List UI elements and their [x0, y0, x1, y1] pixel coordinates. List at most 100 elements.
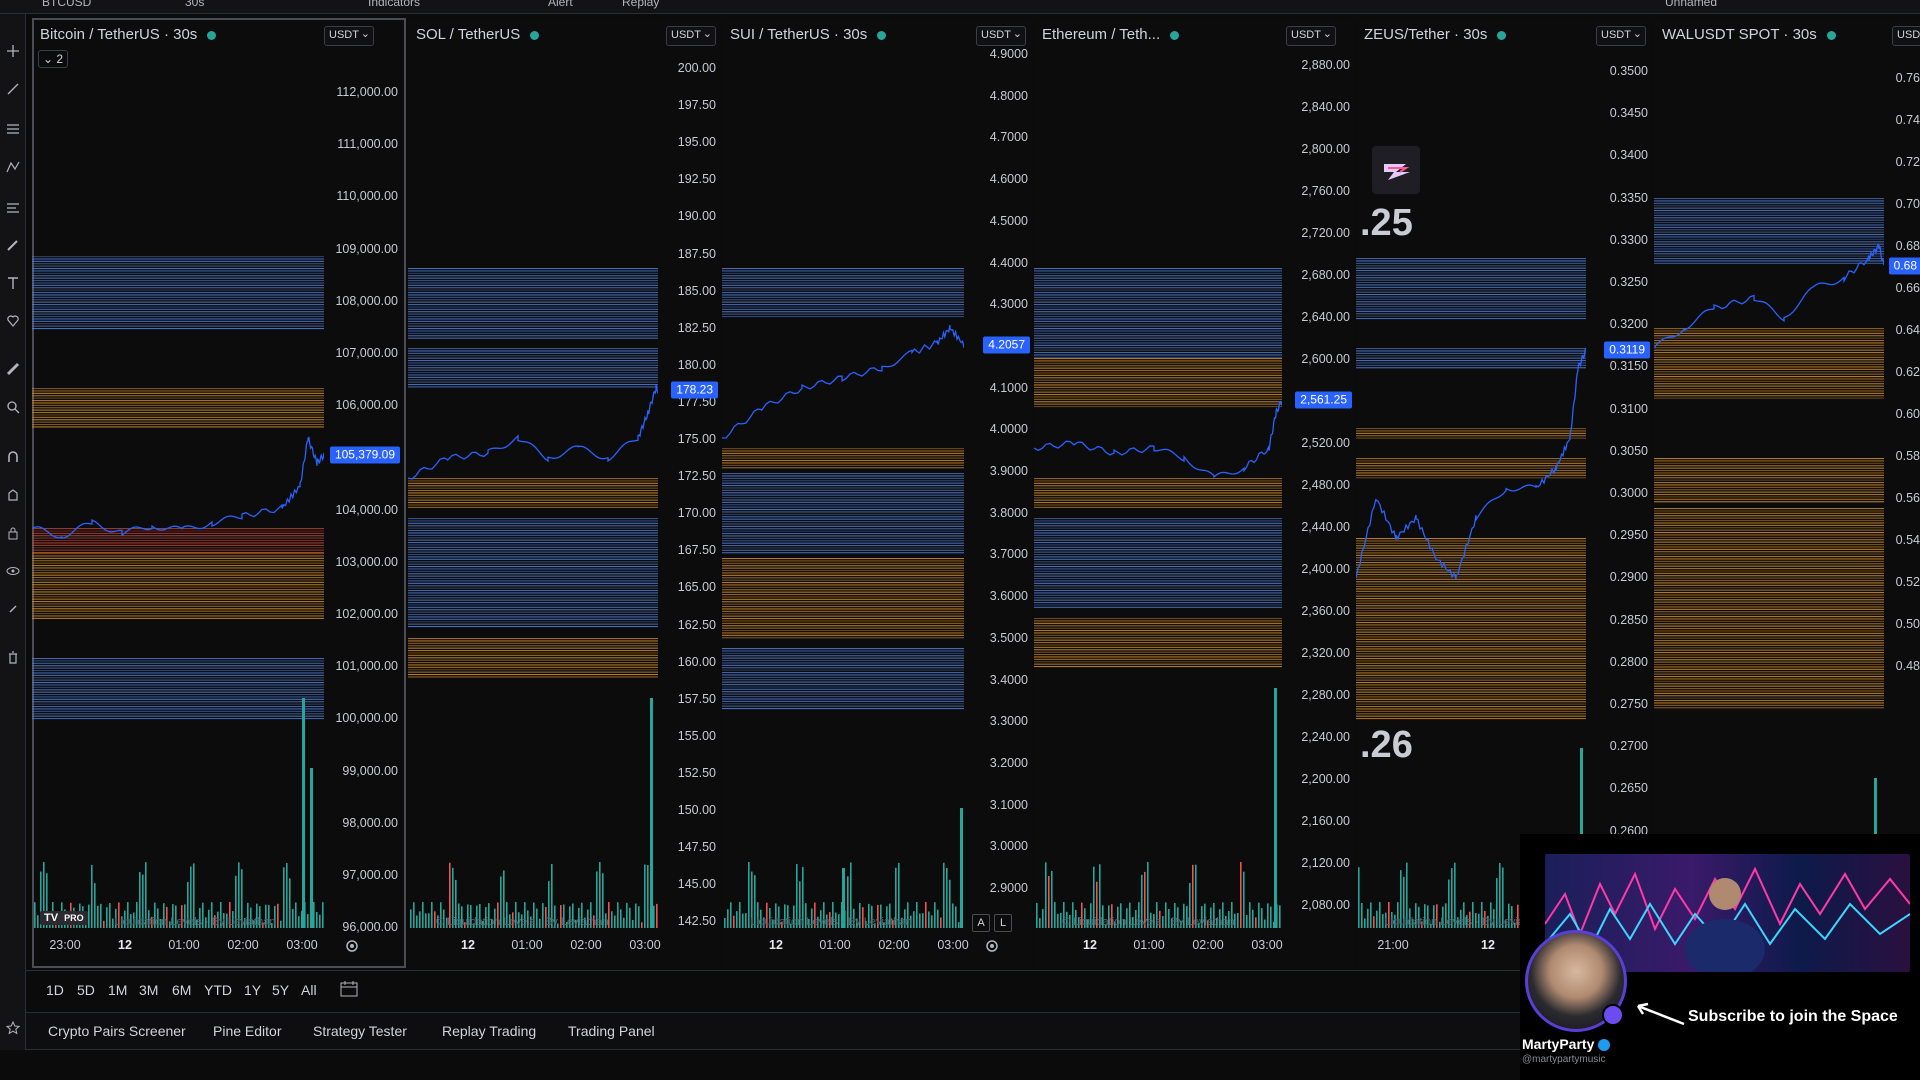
lock-icon[interactable] — [0, 522, 26, 544]
panel-title[interactable]: Ethereum / Teth... — [1042, 26, 1180, 43]
panel-title[interactable]: WALUSDT SPOT · 30s — [1662, 26, 1836, 43]
panel-title[interactable]: ZEUS/Tether · 30s — [1364, 26, 1507, 43]
tab-crypto-pairs-screener[interactable]: Crypto Pairs Screener — [48, 1023, 186, 1039]
tab-replay-trading[interactable]: Replay Trading — [442, 1023, 536, 1039]
layout-name[interactable]: Unnamed — [1665, 0, 1717, 9]
liquidation-level-line — [408, 616, 658, 618]
chart-panel-sol[interactable]: SOL / TetherUS USDT 200.00197.50195.0019… — [408, 18, 720, 968]
liquidation-level-line — [1356, 260, 1586, 262]
panel-title[interactable]: SOL / TetherUS — [416, 26, 540, 43]
range-6m[interactable]: 6M — [172, 982, 191, 998]
time-axis[interactable]: 12 01:00 02:00 03:00 — [408, 938, 661, 958]
liquidation-level-line — [408, 669, 658, 671]
price-axis[interactable]: 200.00 197.50 195.00 192.50 190.00 187.50 185.… — [658, 18, 720, 968]
range-1m[interactable]: 1M — [108, 982, 127, 998]
panel-title[interactable]: SUI / TetherUS · 30s — [730, 26, 887, 43]
price-tick-label: 4.4000 — [989, 255, 1028, 270]
panel-title[interactable]: Bitcoin / TetherUS · 30s — [40, 26, 217, 43]
chart-panel-eth[interactable]: Ethereum / Teth... USDT 2,880.002,840.00… — [1034, 18, 1354, 968]
tab-pine-editor[interactable]: Pine Editor — [213, 1023, 281, 1039]
trash-icon[interactable] — [0, 646, 26, 668]
price-axis[interactable]: 0.3500 0.3450 0.3400 0.3350 0.3300 0.3250 0.32… — [1586, 18, 1652, 968]
liquidation-level-line — [408, 604, 658, 606]
text-icon[interactable] — [0, 272, 26, 294]
tab-strategy-tester[interactable]: Strategy Tester — [313, 1023, 407, 1039]
range-3m[interactable]: 3M — [139, 982, 158, 998]
liquidation-level-line — [32, 549, 324, 551]
liquidation-level-line — [1654, 390, 1884, 392]
chart-panel-wal[interactable]: WALUSDT SPOT · 30s USDT 0.760.740.720.70… — [1654, 18, 1920, 968]
brush-icon[interactable] — [0, 234, 26, 256]
liquidation-level-line — [32, 256, 324, 258]
range-5y[interactable]: 5Y — [272, 982, 289, 998]
pattern-icon[interactable] — [0, 156, 26, 178]
liquidation-level-line — [1356, 655, 1586, 657]
price-axis[interactable]: 0.76 0.74 0.72 0.70 0.68 0.66 0.64 0.62 0.60 0.58… — [1884, 18, 1920, 968]
settings-gear-icon[interactable] — [344, 938, 360, 959]
price-axis[interactable]: 2,880.00 2,840.00 2,800.00 2,760.00 2,720.00… — [1282, 18, 1354, 968]
crosshair-icon[interactable] — [0, 40, 26, 62]
eye-icon[interactable] — [0, 560, 26, 582]
volume-bar — [653, 905, 655, 928]
chart-canvas[interactable] — [1654, 18, 1884, 928]
settings-gear-icon[interactable] — [984, 938, 1000, 959]
liquidation-level-line — [32, 694, 324, 696]
time-axis[interactable]: 12 01:00 02:00 03:00 — [1034, 938, 1283, 958]
indicators-button[interactable]: Indicators — [368, 0, 420, 9]
tab-trading-panel[interactable]: Trading Panel — [568, 1023, 655, 1039]
liquidation-level-line — [1034, 282, 1282, 284]
volume-bar — [1048, 875, 1050, 928]
range-all[interactable]: All — [301, 982, 317, 998]
heart-icon[interactable] — [0, 310, 26, 332]
chart-canvas[interactable] — [408, 18, 658, 928]
liquidation-level-line — [1034, 568, 1282, 570]
chart-panel-btc[interactable]: Bitcoin / TetherUS · 30s USDT ⌄ 2 112,00… — [32, 18, 406, 968]
liquidation-level-line — [1654, 354, 1884, 356]
symbol-search[interactable]: BTCUSD — [42, 0, 91, 9]
price-tick-label: 0.3350 — [1609, 190, 1648, 205]
range-1y[interactable]: 1Y — [244, 982, 261, 998]
replay-button[interactable]: Replay — [622, 0, 659, 9]
interval-button[interactable]: 30s — [185, 0, 204, 9]
lock-drawing-icon[interactable] — [0, 484, 26, 506]
chart-canvas[interactable] — [32, 18, 324, 928]
trend-line-icon[interactable] — [0, 78, 26, 100]
chart-canvas[interactable] — [722, 18, 964, 928]
price-tick-label: 102,000.00 — [335, 607, 398, 621]
price-axis[interactable]: 112,000.00 111,000.00 110,000.00 109,000.00… — [324, 18, 402, 968]
time-axis[interactable]: 23:00 12 01:00 02:00 03:00 — [32, 938, 324, 958]
liquidation-level-line — [1034, 527, 1282, 529]
chart-canvas[interactable] — [1034, 18, 1282, 928]
chart-panel-sui[interactable]: SUI / TetherUS · 30s USDT 4.90004.80004.… — [722, 18, 1032, 968]
liquidation-level-line — [1654, 659, 1884, 661]
axis-l-button[interactable]: L — [994, 914, 1012, 932]
watchlist-star-icon[interactable] — [0, 1017, 26, 1039]
price-axis[interactable]: 4.9000 4.8000 4.7000 4.6000 4.5000 4.4000 4.30… — [964, 18, 1032, 968]
range-ytd[interactable]: YTD — [204, 982, 232, 998]
zoom-icon[interactable] — [0, 396, 26, 418]
axis-a-button[interactable]: A — [972, 914, 990, 932]
liquidation-level-line — [722, 452, 964, 454]
magnet-icon[interactable] — [0, 446, 26, 468]
liquidation-level-line — [32, 665, 324, 667]
price-tick-label: 2,800.00 — [1301, 142, 1350, 156]
link-icon[interactable] — [0, 598, 26, 620]
liquidation-level-line — [1356, 677, 1586, 679]
alert-button[interactable]: Alert — [548, 0, 573, 9]
liquidation-level-line — [32, 684, 324, 686]
chart-panel-zeus[interactable]: ZEUS/Tether · 30s USDT .25 .26 0.35000.3… — [1356, 18, 1652, 968]
price-tick-label: 0.2950 — [1609, 528, 1648, 543]
goto-date-icon[interactable] — [340, 981, 358, 1002]
liquidation-level-line — [32, 426, 324, 428]
ruler-icon[interactable] — [0, 358, 26, 380]
fib-icon[interactable] — [0, 118, 26, 140]
volume-spike-bar — [302, 698, 305, 928]
forecast-icon[interactable] — [0, 196, 26, 218]
liquidation-level-line — [32, 696, 324, 698]
collapse-indicators-button[interactable]: ⌄ 2 — [38, 50, 68, 68]
range-5d[interactable]: 5D — [77, 982, 95, 998]
liquidation-level-line — [1654, 601, 1884, 603]
range-1d[interactable]: 1D — [46, 982, 64, 998]
time-axis[interactable]: 12 01:00 02:00 03:00 — [722, 938, 969, 958]
time-tick-label: 02:00 — [1192, 938, 1224, 952]
